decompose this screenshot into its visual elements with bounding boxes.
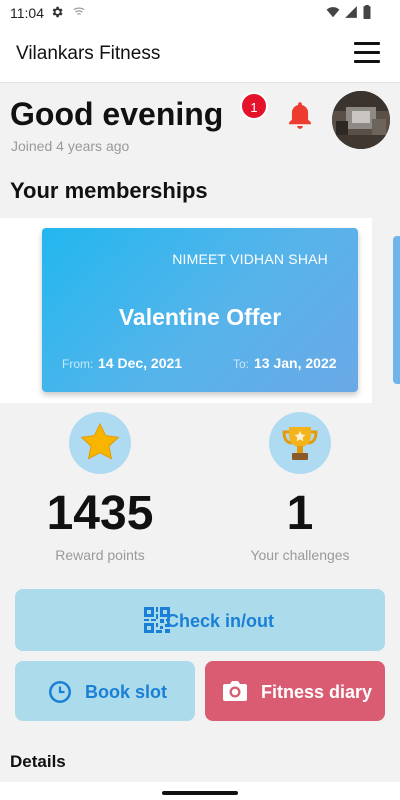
rewards-icon-circle <box>69 412 131 474</box>
joined-text: Joined 4 years ago <box>11 138 130 154</box>
trophy-icon <box>282 427 318 460</box>
cast-icon <box>73 7 85 15</box>
membership-offer-name: Valentine Offer <box>118 304 282 330</box>
signal-icon <box>345 6 357 18</box>
details-section-title: Details <box>10 752 66 771</box>
status-bar: 11:04 <box>0 0 400 26</box>
membership-to-date: 13 Jan, 2022 <box>254 355 337 371</box>
challenges-value: 1 <box>286 487 314 540</box>
app-title: Vilankars Fitness <box>16 43 161 64</box>
memberships-section-title: Your memberships <box>10 178 208 203</box>
reward-points-value: 1435 <box>46 487 154 540</box>
reward-points-label: Reward points <box>55 547 145 563</box>
system-nav-bar <box>0 782 400 800</box>
hamburger-menu-icon[interactable] <box>354 42 380 64</box>
checkin-label: Check in/out <box>166 611 275 631</box>
wifi-icon <box>326 7 340 18</box>
greeting-title: Good evening <box>10 96 224 132</box>
membership-to-label: To: <box>233 357 250 371</box>
clock-icon <box>49 681 71 703</box>
checkin-button[interactable]: Check in/out <box>15 589 385 651</box>
app-bar: Vilankars Fitness <box>0 26 400 83</box>
challenges-icon-circle <box>269 412 331 474</box>
status-time: 11:04 <box>10 5 44 21</box>
notification-badge[interactable]: 1 <box>240 92 268 120</box>
fitness-diary-label: Fitness diary <box>261 682 373 702</box>
avatar[interactable] <box>332 91 390 149</box>
membership-from-label: From: <box>62 357 94 371</box>
membership-holder-name: NIMEET VIDHAN SHAH <box>172 251 328 267</box>
battery-icon <box>363 5 371 19</box>
membership-from-date: 14 Dec, 2021 <box>98 355 183 371</box>
challenges-label: Your challenges <box>250 547 350 563</box>
book-slot-button[interactable]: Book slot <box>15 661 195 721</box>
camera-icon <box>223 681 247 701</box>
membership-card[interactable]: NIMEET VIDHAN SHAH Valentine Offer From:… <box>42 228 358 392</box>
bell-icon[interactable] <box>286 100 314 130</box>
fitness-diary-button[interactable]: Fitness diary <box>205 661 385 721</box>
home-gesture-pill[interactable] <box>162 791 238 795</box>
star-icon <box>80 422 120 460</box>
book-slot-label: Book slot <box>85 682 168 702</box>
gear-icon <box>52 6 63 18</box>
next-membership-card-peek[interactable] <box>393 236 400 384</box>
